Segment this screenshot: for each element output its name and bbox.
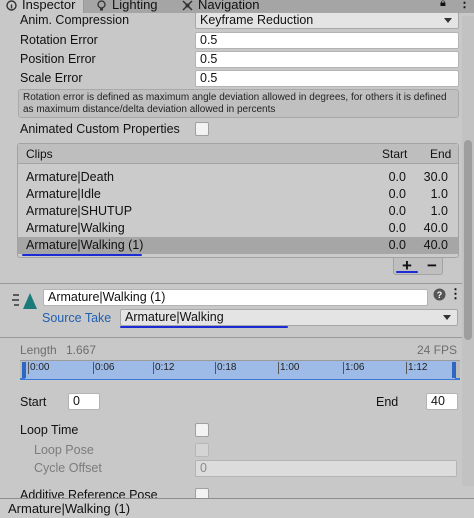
section-divider [0,283,474,284]
timeline-tick: 0:00 [27,362,50,374]
timeline-range-fill [25,361,455,379]
clip-name: Armature|Idle [26,187,101,201]
loop-time-checkbox[interactable] [195,423,209,437]
annotation-underline [120,326,288,328]
rotation-error-label: Rotation Error [20,33,98,47]
end-label: End [376,395,399,409]
animated-custom-properties-label: Animated Custom Properties [20,122,180,136]
navigation-icon [182,0,193,11]
help-box: Rotation error is defined as maximum ang… [18,89,459,118]
clips-header-name: Clips [26,147,53,161]
lightbulb-icon [96,0,107,11]
clip-end: 1.0 [430,204,448,218]
source-take-dropdown[interactable]: Armature|Walking [120,309,458,326]
section-divider [0,337,474,338]
scale-error-label: Scale Error [20,71,83,85]
position-error-field[interactable]: 0.5 [195,51,459,68]
clip-name: Armature|SHUTUP [26,204,133,218]
clip-start: 0.0 [388,170,406,184]
dropdown-arrow-icon [443,315,451,320]
tab-inspector[interactable]: Inspector [0,0,84,13]
annotation-underline [22,254,142,256]
lock-icon[interactable]: 🔒︎ [440,0,446,10]
timeline-tick: 0:18 [214,362,237,374]
tab-lighting-label: Lighting [112,0,158,12]
source-take-label: Source Take [42,311,112,325]
timeline-tick: 0:12 [152,362,175,374]
preview-footer: Armature|Walking (1) [0,498,474,518]
clip-row-selected[interactable]: Armature|Walking (1) 0.0 40.0 [18,237,458,254]
length-value: 1.667 [66,343,97,357]
timeline-tick: 0:06 [92,362,115,374]
clip-name-field[interactable]: Armature|Walking (1) [43,289,428,306]
info-icon [6,0,17,11]
animated-custom-properties-checkbox[interactable] [195,122,209,136]
svg-text:?: ? [437,290,443,300]
fps-value: 24 FPS [417,343,458,357]
loop-pose-label: Loop Pose [34,443,94,457]
clip-start: 0.0 [388,238,406,252]
clip-start: 0.0 [388,187,406,201]
clip-name: Armature|Walking (1) [26,238,144,252]
end-field[interactable]: 40 [426,393,458,410]
scrollbar-thumb[interactable] [464,140,472,340]
animation-clip-icon [11,291,37,314]
cycle-offset-label: Cycle Offset [34,461,102,475]
clips-header: Clips Start End [18,144,458,164]
loop-pose-checkbox [195,443,209,457]
anim-compression-value: Keyframe Reduction [200,13,314,27]
help-icon[interactable]: ? [433,288,446,304]
position-error-label: Position Error [20,52,96,66]
timeline[interactable]: 0:00 0:06 0:12 0:18 1:00 1:06 1:12 [20,360,460,380]
length-label: Length [20,343,57,357]
timeline-start-handle[interactable] [22,362,26,378]
clips-list: Clips Start End Armature|Death 0.0 30.0 … [17,143,459,258]
clips-header-start: Start [382,147,408,161]
start-label: Start [20,395,47,409]
clip-end: 1.0 [430,187,448,201]
dropdown-arrow-icon [444,18,452,23]
clip-end: 30.0 [423,170,448,184]
clip-start: 0.0 [388,204,406,218]
clip-row[interactable]: Armature|Death 0.0 30.0 [18,169,458,186]
clip-settings-menu-icon[interactable]: ⋮ [449,286,462,302]
anim-compression-label: Anim. Compression [20,13,130,27]
clip-row[interactable]: Armature|SHUTUP 0.0 1.0 [18,203,458,220]
clip-row[interactable]: Armature|Walking 0.0 40.0 [18,220,458,237]
cycle-offset-field: 0 [195,460,457,477]
clip-name: Armature|Walking [26,221,125,235]
tab-navigation-label: Navigation [198,0,260,12]
clip-row[interactable]: Armature|Idle 0.0 1.0 [18,186,458,203]
timeline-tick: 1:12 [405,362,428,374]
timeline-tick: 1:06 [342,362,365,374]
preview-title: Armature|Walking (1) [8,501,131,516]
source-take-value: Armature|Walking [125,310,224,324]
anim-compression-dropdown[interactable]: Keyframe Reduction [195,12,459,29]
scale-error-field[interactable]: 0.5 [195,70,459,87]
clip-end: 40.0 [423,238,448,252]
clips-header-end: End [430,147,452,161]
tab-inspector-label: Inspector [22,0,76,12]
remove-clip-button[interactable]: − [427,256,437,276]
add-clip-button[interactable]: + [402,256,412,276]
rotation-error-field[interactable]: 0.5 [195,32,459,49]
clip-name: Armature|Death [26,170,115,184]
clip-start: 0.0 [388,221,406,235]
tab-lighting[interactable]: Lighting [96,0,158,13]
annotation-underline [396,271,418,273]
timeline-tick: 1:00 [277,362,300,374]
timeline-end-handle[interactable] [452,362,456,378]
clip-end: 40.0 [423,221,448,235]
start-field[interactable]: 0 [68,393,100,410]
loop-time-label: Loop Time [20,423,79,437]
kebab-menu-icon[interactable]: ⋮ [458,0,471,11]
